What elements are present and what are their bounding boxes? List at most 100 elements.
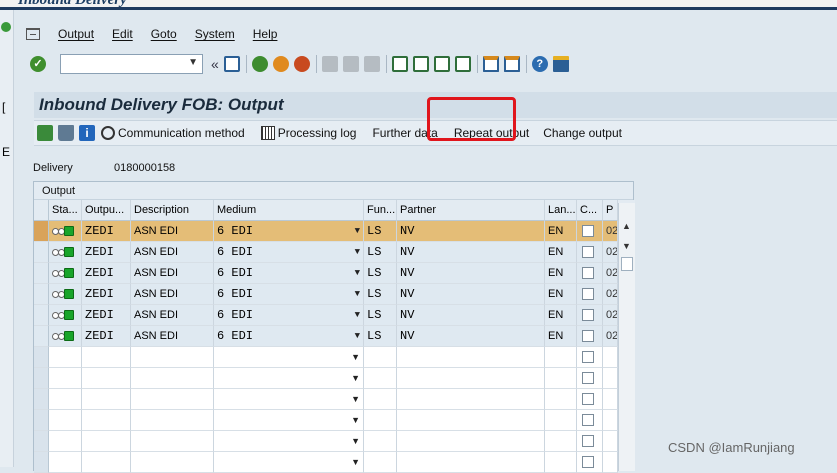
delete-icon[interactable] — [58, 125, 74, 141]
empty-table-row[interactable]: ▼ — [34, 368, 635, 389]
status-cell[interactable] — [49, 347, 82, 368]
change-checkbox[interactable] — [582, 372, 594, 384]
medium-cell[interactable]: ▼ — [214, 431, 364, 452]
communication-method-button[interactable]: Communication method — [99, 123, 247, 143]
partner-cell[interactable] — [397, 452, 545, 473]
function-cell[interactable]: LS — [364, 326, 397, 347]
exit-icon[interactable] — [272, 56, 289, 72]
column-header[interactable]: Medium — [214, 200, 364, 221]
command-field[interactable]: ▼ — [60, 54, 203, 74]
table-row[interactable]: ZEDI ASN EDI 6 EDI ▼ LS NV EN 02 — [34, 305, 635, 326]
row-selector[interactable] — [34, 263, 49, 284]
processing-log-button[interactable]: Processing log — [259, 123, 359, 143]
medium-dropdown-icon[interactable]: ▼ — [355, 326, 360, 346]
output-type-cell[interactable] — [82, 431, 131, 452]
change-checkbox[interactable] — [582, 393, 594, 405]
status-cell[interactable] — [49, 389, 82, 410]
medium-dropdown-icon[interactable]: ▼ — [351, 347, 360, 367]
column-header[interactable]: Description — [131, 200, 214, 221]
medium-cell[interactable]: ▼ — [214, 347, 364, 368]
create-session-icon[interactable] — [482, 56, 499, 72]
scroll-up-icon[interactable]: ▲ — [622, 221, 631, 231]
change-checkbox-cell[interactable] — [577, 221, 603, 242]
output-type-cell[interactable] — [82, 389, 131, 410]
language-cell[interactable] — [545, 389, 577, 410]
table-row[interactable]: ZEDI ASN EDI 6 EDI ▼ LS NV EN 02 — [34, 221, 635, 242]
medium-dropdown-icon[interactable]: ▼ — [355, 284, 360, 304]
function-cell[interactable]: LS — [364, 263, 397, 284]
cancel-icon[interactable] — [293, 56, 310, 72]
menu-output[interactable]: Output — [58, 27, 94, 41]
change-output-button[interactable]: Change output — [541, 123, 624, 143]
output-type-cell[interactable]: ZEDI — [82, 242, 131, 263]
system-menu-icon[interactable] — [26, 28, 40, 40]
medium-dropdown-icon[interactable]: ▼ — [355, 221, 360, 241]
change-checkbox-cell[interactable] — [577, 326, 603, 347]
last-page-icon[interactable] — [454, 56, 471, 72]
partner-cell[interactable] — [397, 347, 545, 368]
empty-table-row[interactable]: ▼ — [34, 431, 635, 452]
change-checkbox[interactable] — [582, 309, 594, 321]
command-input[interactable] — [61, 55, 181, 73]
next-page-icon[interactable] — [433, 56, 450, 72]
table-row[interactable]: ZEDI ASN EDI 6 EDI ▼ LS NV EN 02 — [34, 326, 635, 347]
processing-cell[interactable] — [603, 347, 618, 368]
change-checkbox[interactable] — [582, 225, 594, 237]
row-selector[interactable] — [34, 347, 49, 368]
output-type-cell[interactable]: ZEDI — [82, 305, 131, 326]
row-selector[interactable] — [34, 326, 49, 347]
scroll-down-icon[interactable]: ▼ — [622, 241, 631, 251]
partner-cell[interactable] — [397, 389, 545, 410]
language-cell[interactable]: EN — [545, 221, 577, 242]
row-selector[interactable] — [34, 452, 49, 473]
output-type-cell[interactable]: ZEDI — [82, 263, 131, 284]
medium-cell[interactable]: ▼ — [214, 368, 364, 389]
column-header[interactable]: C... — [577, 200, 603, 221]
partner-cell[interactable]: NV — [397, 326, 545, 347]
customize-layout-icon[interactable] — [552, 56, 569, 72]
medium-dropdown-icon[interactable]: ▼ — [351, 389, 360, 409]
column-header[interactable]: Partner — [397, 200, 545, 221]
function-cell[interactable] — [364, 368, 397, 389]
output-type-cell[interactable] — [82, 452, 131, 473]
find-next-icon[interactable] — [363, 56, 380, 72]
find-icon[interactable] — [342, 56, 359, 72]
column-header[interactable]: Sta... — [49, 200, 82, 221]
row-selector[interactable] — [34, 221, 49, 242]
medium-cell[interactable]: 6 EDI ▼ — [214, 221, 364, 242]
status-cell[interactable] — [49, 410, 82, 431]
change-checkbox[interactable] — [582, 414, 594, 426]
change-checkbox[interactable] — [582, 351, 594, 363]
partner-cell[interactable]: NV — [397, 284, 545, 305]
output-type-cell[interactable] — [82, 368, 131, 389]
medium-cell[interactable]: 6 EDI ▼ — [214, 242, 364, 263]
medium-cell[interactable]: ▼ — [214, 452, 364, 473]
partner-cell[interactable] — [397, 431, 545, 452]
change-checkbox-cell[interactable] — [577, 389, 603, 410]
medium-dropdown-icon[interactable]: ▼ — [355, 263, 360, 283]
medium-cell[interactable]: ▼ — [214, 389, 364, 410]
row-selector[interactable] — [34, 389, 49, 410]
medium-cell[interactable]: 6 EDI ▼ — [214, 263, 364, 284]
row-selector[interactable] — [34, 431, 49, 452]
change-checkbox-cell[interactable] — [577, 410, 603, 431]
column-header[interactable]: Outpu... — [82, 200, 131, 221]
row-selector[interactable] — [34, 284, 49, 305]
description-cell[interactable] — [131, 452, 214, 473]
partner-cell[interactable] — [397, 410, 545, 431]
menu-help[interactable]: Help — [253, 27, 278, 41]
medium-dropdown-icon[interactable]: ▼ — [355, 305, 360, 325]
partner-cell[interactable]: NV — [397, 242, 545, 263]
language-cell[interactable] — [545, 410, 577, 431]
row-selector[interactable] — [34, 368, 49, 389]
empty-table-row[interactable]: ▼ — [34, 410, 635, 431]
row-selector[interactable] — [34, 410, 49, 431]
language-cell[interactable] — [545, 452, 577, 473]
print-icon[interactable] — [321, 56, 338, 72]
description-cell[interactable] — [131, 347, 214, 368]
column-header[interactable]: Fun... — [364, 200, 397, 221]
first-page-icon[interactable] — [391, 56, 408, 72]
language-cell[interactable]: EN — [545, 263, 577, 284]
description-cell[interactable] — [131, 389, 214, 410]
function-cell[interactable]: LS — [364, 305, 397, 326]
